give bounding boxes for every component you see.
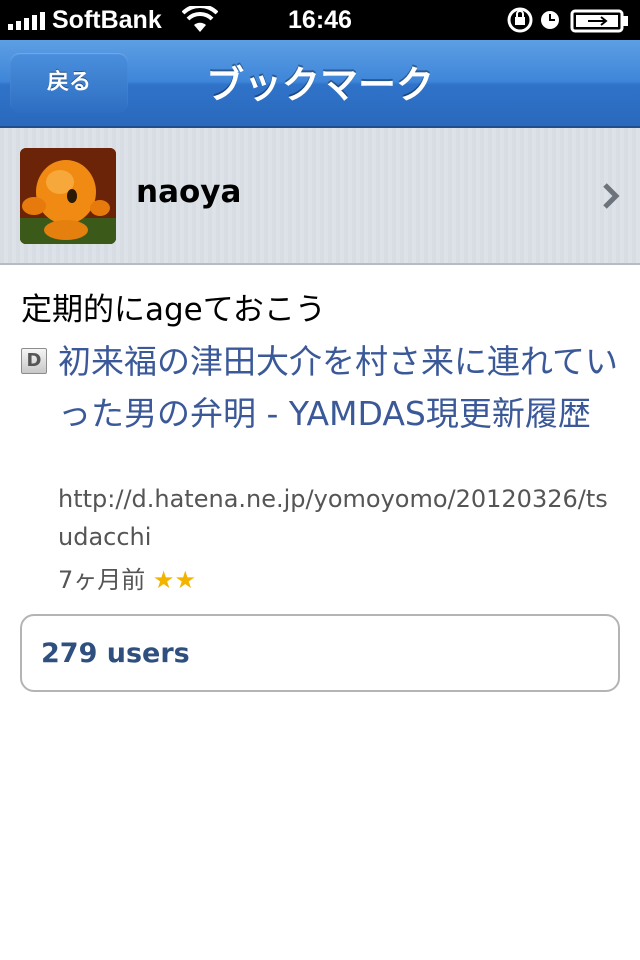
entry-title-link[interactable]: 初来福の津田大介を村さ来に連れていった男の弁明 - YAMDAS現更新履歴 <box>58 336 628 440</box>
star-icons[interactable]: ★★ <box>153 566 196 594</box>
status-right-icons <box>507 7 628 33</box>
bookmark-age: 7ヶ月前 <box>58 566 146 594</box>
alarm-clock-icon <box>541 11 559 29</box>
entry-url: http://d.hatena.ne.jp/yomoyomo/20120326/… <box>58 485 608 551</box>
username: naoya <box>136 174 242 210</box>
status-bar: SoftBank 16:46 <box>0 0 640 40</box>
navigation-bar: 戻る ブックマーク <box>0 40 640 128</box>
users-count-label: 279 users <box>41 638 190 669</box>
bookmark-meta: 7ヶ月前 ★★ <box>58 560 196 595</box>
user-row[interactable]: naoya <box>0 128 640 265</box>
diary-icon: D <box>21 348 47 374</box>
rotation-lock-icon <box>507 7 533 33</box>
users-button[interactable]: 279 users <box>20 614 620 692</box>
avatar[interactable] <box>20 148 116 244</box>
page-title: ブックマーク <box>205 63 434 107</box>
avatar-image <box>20 148 116 244</box>
battery-icon <box>570 9 628 33</box>
bookmark-comment: 定期的にageておこう <box>21 292 326 328</box>
chevron-right-icon <box>603 183 620 209</box>
